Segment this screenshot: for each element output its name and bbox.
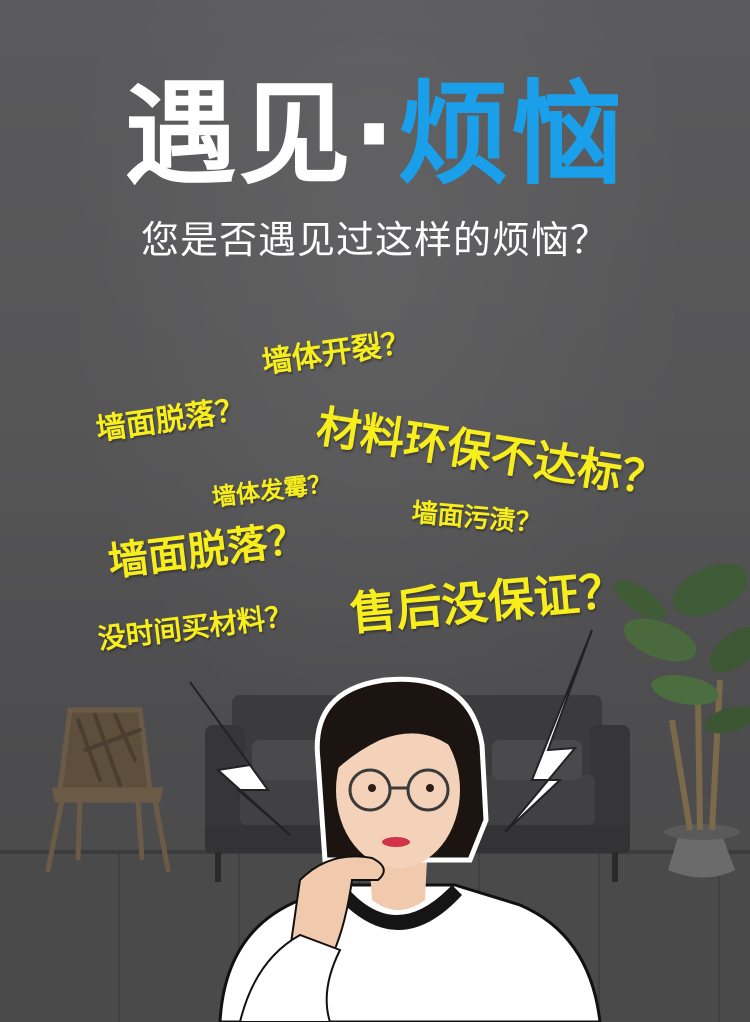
page-subtitle: 您是否遇见过这样的烦恼？ — [140, 218, 609, 262]
poster: 遇见·烦恼 您是否遇见过这样的烦恼？ 墙体开裂？ 墙面脱落？ 材料环保不达标？ … — [0, 0, 750, 1022]
title-white-part: 遇见· — [124, 70, 398, 200]
title-blue-part: 烦恼 — [397, 70, 626, 200]
chair-icon — [45, 707, 171, 873]
page-title: 遇见·烦恼 — [0, 70, 750, 200]
